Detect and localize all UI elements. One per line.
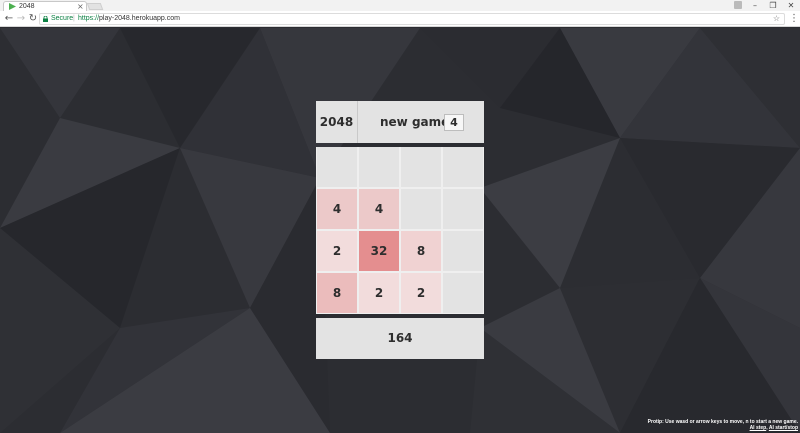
browser-tab[interactable]: 2048 × — [3, 1, 87, 11]
tile-r2-c3 — [443, 231, 483, 271]
tab-close-icon[interactable]: × — [77, 2, 84, 11]
address-separator: | — [73, 15, 75, 22]
tile-r3-c3 — [443, 273, 483, 313]
tile-r1-c2 — [401, 189, 441, 229]
browser-tab-bar: 2048 × – ❐ ✕ — [0, 0, 800, 11]
tile-r1-c0: 4 — [317, 189, 357, 229]
bookmark-star-icon[interactable]: ☆ — [773, 14, 780, 24]
minimize-icon[interactable]: – — [746, 0, 764, 11]
play-icon — [9, 3, 16, 10]
address-bar[interactable]: Secure | https://play-2048.herokuapp.com… — [39, 13, 785, 25]
lock-icon — [43, 16, 48, 22]
browser-toolbar: ← → ↻ Secure | https://play-2048.herokua… — [0, 11, 800, 27]
score-display: 164 — [316, 318, 484, 359]
game-header: 2048 new game 4 — [316, 101, 484, 143]
tile-r0-c2 — [401, 147, 441, 187]
tab-title: 2048 — [19, 3, 35, 10]
maximize-icon[interactable]: ❐ — [764, 0, 782, 11]
tile-r1-c3 — [443, 189, 483, 229]
new-game-button[interactable]: new game — [380, 101, 449, 143]
tile-r0-c1 — [359, 147, 399, 187]
secure-label: Secure — [51, 15, 74, 22]
tile-r2-c2: 8 — [401, 231, 441, 271]
window-close-icon[interactable]: ✕ — [782, 0, 800, 11]
url-scheme: https:// — [78, 15, 100, 22]
ai-step-link[interactable]: AI step — [750, 425, 767, 431]
game-board: 4 4 2 32 8 8 2 2 — [316, 147, 484, 314]
tile-r0-c3 — [443, 147, 483, 187]
tile-r0-c0 — [317, 147, 357, 187]
back-icon[interactable]: ← — [3, 12, 15, 26]
protip-text: Protip: Use wasd or arrow keys to move, … — [648, 419, 798, 431]
tile-r2-c1: 32 — [359, 231, 399, 271]
url-text: https://play-2048.herokuapp.com — [78, 14, 180, 24]
tile-r1-c1: 4 — [359, 189, 399, 229]
profile-icon[interactable] — [729, 0, 747, 11]
reload-icon[interactable]: ↻ — [27, 12, 39, 26]
ai-start-stop-link[interactable]: AI start/stop — [769, 425, 798, 431]
tile-r3-c0: 8 — [317, 273, 357, 313]
url-host: play-2048.herokuapp.com — [99, 15, 180, 22]
board-size-input[interactable]: 4 — [444, 114, 464, 131]
forward-icon[interactable]: → — [15, 12, 27, 26]
protip-links: AI step, AI start/stop — [648, 425, 798, 431]
tile-r2-c0: 2 — [317, 231, 357, 271]
browser-menu-icon[interactable]: ⋮ — [789, 12, 799, 26]
tile-r3-c2: 2 — [401, 273, 441, 313]
new-tab-button[interactable] — [86, 3, 104, 10]
tile-r3-c1: 2 — [359, 273, 399, 313]
game-logo: 2048 — [316, 101, 358, 143]
